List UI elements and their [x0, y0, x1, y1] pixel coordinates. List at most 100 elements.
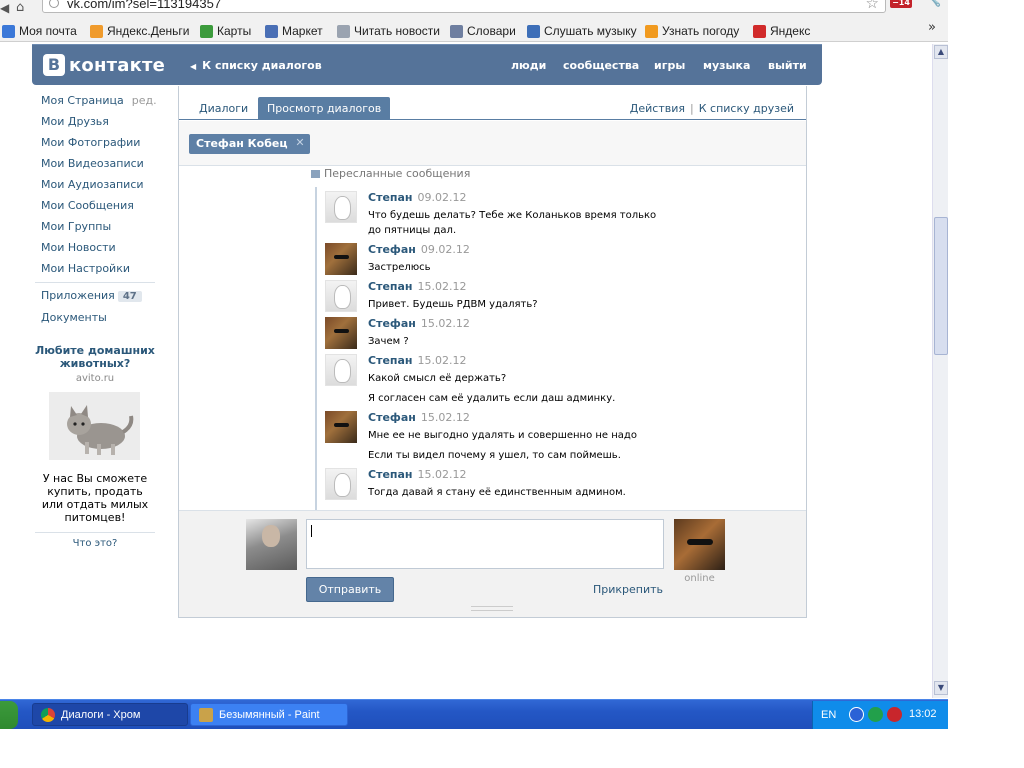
bookmark-label: Читать новости	[354, 24, 440, 38]
url-text[interactable]: vk.com/im?sel=113194357	[67, 0, 221, 11]
scroll-thumb[interactable]	[934, 217, 948, 355]
sender-name[interactable]: Степан	[368, 468, 413, 481]
sender-name[interactable]: Степан	[368, 280, 413, 293]
sender-avatar[interactable]	[325, 191, 357, 223]
sidebar-item-apps[interactable]: Приложения 47	[41, 289, 142, 302]
bookmarks-bar: Моя почта Яндекс.Деньги Карты Маркет Читать …	[0, 20, 948, 42]
bookmark-item[interactable]: Моя почта	[2, 23, 77, 39]
bookmark-item[interactable]: Яндекс.Деньги	[90, 23, 189, 39]
sender-avatar[interactable]	[325, 468, 357, 500]
dialog-filter-bar: Стефан Кобец ✕	[179, 121, 806, 166]
remove-recipient-icon[interactable]: ✕	[295, 136, 304, 149]
wrench-icon[interactable]: 🔧	[924, 0, 941, 8]
bookmark-item[interactable]: Читать новости	[337, 23, 440, 39]
scroll-down-icon[interactable]: ▼	[934, 681, 948, 695]
peer-avatar[interactable]	[674, 519, 725, 570]
bookmark-item[interactable]: Слушать музыку	[527, 23, 637, 39]
page-info-icon[interactable]	[49, 0, 59, 8]
bookmark-label: Карты	[217, 24, 252, 38]
vk-logo[interactable]: В контакте	[43, 54, 165, 76]
sidebar-item-friends[interactable]: Мои Друзья	[41, 115, 109, 128]
sender-avatar[interactable]	[325, 280, 357, 312]
nav-people[interactable]: люди	[511, 59, 546, 72]
recipient-chip[interactable]: Стефан Кобец ✕	[189, 134, 310, 154]
nav-logout[interactable]: выйти	[768, 59, 807, 72]
address-bar[interactable]: vk.com/im?sel=113194357 ☆	[42, 0, 886, 13]
send-button[interactable]: Отправить	[306, 577, 394, 602]
vk-logo-letter: В	[43, 54, 65, 76]
bookmark-label: Маркет	[282, 24, 323, 38]
sender-name[interactable]: Стефан	[368, 411, 416, 424]
message-date: 15.02.12	[417, 354, 467, 367]
sidebar-item-documents[interactable]: Документы	[41, 311, 107, 324]
sender-avatar[interactable]	[325, 354, 357, 386]
friends-list-link[interactable]: К списку друзей	[699, 102, 794, 115]
bookmark-item[interactable]: Карты	[200, 23, 251, 39]
bookmark-item[interactable]: Словари	[450, 23, 516, 39]
tray-network-icon[interactable]	[868, 707, 883, 722]
tray-arrow-icon[interactable]	[849, 707, 864, 722]
sender-avatar[interactable]	[325, 243, 357, 275]
sender-name[interactable]: Стефан	[368, 243, 416, 256]
bookmark-item[interactable]: Узнать погоду	[645, 23, 739, 39]
sidebar-item-messages[interactable]: Мои Сообщения	[41, 199, 134, 212]
attach-link[interactable]: Прикрепить	[593, 583, 663, 596]
extension-badge[interactable]: −14	[890, 0, 912, 8]
ad-text[interactable]: У нас Вы сможете купить, продать или отд…	[35, 472, 155, 524]
paint-icon	[199, 707, 213, 722]
resize-grip[interactable]	[471, 606, 513, 611]
bookmark-label: Слушать музыку	[544, 24, 637, 38]
bookmark-icon	[527, 24, 540, 38]
bookmark-label: Яндекс.Деньги	[107, 24, 190, 38]
ad-divider	[35, 532, 155, 533]
ad-kitten-image[interactable]	[49, 392, 140, 460]
sidebar-item-settings[interactable]: Мои Настройки	[41, 262, 130, 275]
task-chrome[interactable]: Диалоги - Хром	[32, 703, 188, 726]
ad-domain[interactable]: avito.ru	[35, 373, 155, 384]
message-history[interactable]: Пересланные сообщения Степан 09.02.12 Что …	[179, 167, 806, 510]
nav-games[interactable]: игры	[654, 59, 685, 72]
sender-name[interactable]: Стефан	[368, 317, 416, 330]
bookmarks-more-icon[interactable]: »	[928, 20, 936, 35]
ad-what-is-this-link[interactable]: Что это?	[35, 538, 155, 549]
sender-avatar[interactable]	[325, 317, 357, 349]
bookmark-item[interactable]: Яндекс	[753, 23, 810, 39]
tab-dialog-view[interactable]: Просмотр диалогов	[258, 97, 391, 120]
language-indicator[interactable]: EN	[821, 709, 836, 721]
my-avatar[interactable]	[246, 519, 297, 570]
link-separator: |	[690, 102, 694, 115]
start-button[interactable]	[0, 701, 18, 729]
bookmark-icon	[645, 24, 658, 38]
bookmark-star-icon[interactable]: ☆	[866, 0, 879, 12]
recipient-name: Стефан Кобец	[196, 137, 288, 150]
sidebar-item-photos[interactable]: Мои Фотографии	[41, 136, 140, 149]
message-text: Какой смысл её держать?	[368, 373, 507, 384]
message-header: Степан 15.02.12	[368, 468, 467, 481]
sidebar-item-my-page[interactable]: Моя Страница ред.	[41, 94, 157, 107]
bookmark-item[interactable]: Маркет	[265, 23, 323, 39]
nav-music[interactable]: музыка	[703, 59, 750, 72]
bookmark-label: Яндекс	[770, 24, 811, 38]
sidebar-item-news[interactable]: Мои Новости	[41, 241, 116, 254]
scroll-up-icon[interactable]: ▲	[934, 45, 948, 59]
sender-name[interactable]: Степан	[368, 354, 413, 367]
actions-link[interactable]: Действия	[630, 102, 685, 115]
sidebar-item-videos[interactable]: Мои Видеозаписи	[41, 157, 144, 170]
tray-antivirus-icon[interactable]	[887, 707, 902, 722]
sender-avatar[interactable]	[325, 411, 357, 443]
sender-name[interactable]: Степан	[368, 191, 413, 204]
page-scrollbar[interactable]: ▲ ▼	[932, 44, 948, 698]
message-input[interactable]	[306, 519, 664, 569]
edit-link[interactable]: ред.	[132, 94, 157, 107]
tab-dialogs[interactable]: Диалоги	[190, 97, 257, 120]
nav-communities[interactable]: сообщества	[563, 59, 639, 72]
browser-toolbar: ◀ ⌂ vk.com/im?sel=113194357 ☆ −14 🔧 Моя …	[0, 0, 948, 42]
sidebar-item-groups[interactable]: Мои Группы	[41, 220, 111, 233]
sidebar-item-audio[interactable]: Мои Аудиозаписи	[41, 178, 144, 191]
task-paint[interactable]: Безымянный - Paint	[190, 703, 348, 726]
back-arrow-icon[interactable]: ◀	[0, 1, 9, 15]
home-icon[interactable]: ⌂	[16, 0, 24, 15]
taskbar: Диалоги - Хром Безымянный - Paint EN 13:…	[0, 699, 948, 729]
ad-title[interactable]: Любите домашних животных?	[35, 344, 155, 370]
back-to-dialogs-link[interactable]: ◀ К списку диалогов	[190, 59, 322, 72]
